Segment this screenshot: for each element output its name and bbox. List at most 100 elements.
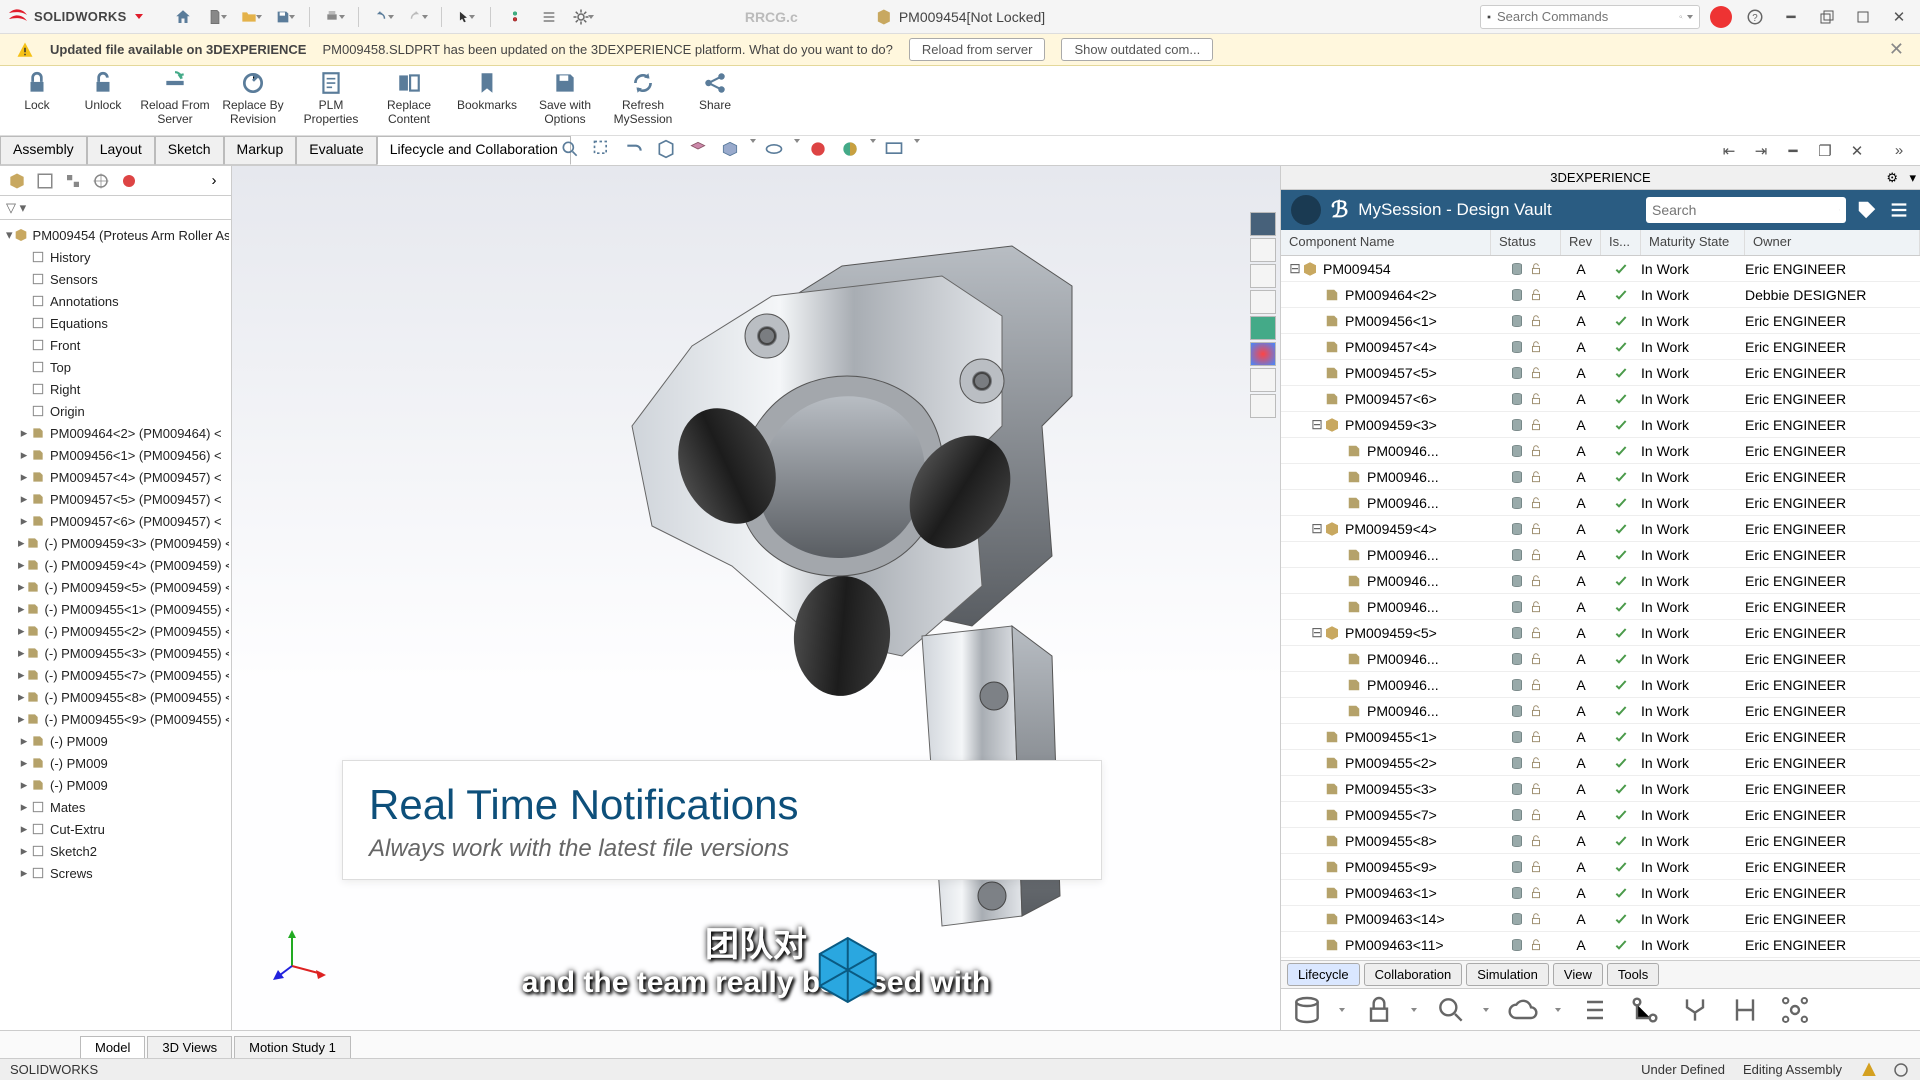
3dx-expand-button[interactable]: » bbox=[1886, 141, 1912, 161]
database-icon[interactable] bbox=[1291, 994, 1323, 1026]
zoom-area-button[interactable] bbox=[592, 139, 616, 163]
col-status[interactable]: Status bbox=[1491, 230, 1561, 255]
model-tab-3d-views[interactable]: 3D Views bbox=[147, 1036, 232, 1058]
tree-tab-dim[interactable] bbox=[88, 168, 114, 194]
tab-sketch[interactable]: Sketch bbox=[155, 136, 224, 165]
appearance-button[interactable] bbox=[808, 139, 832, 163]
cloud-tool-icon[interactable] bbox=[1507, 994, 1539, 1026]
search-commands-input[interactable] bbox=[1497, 9, 1673, 24]
table-row[interactable]: ⊟PM009459<4> AIn WorkEric ENGINEER bbox=[1281, 516, 1920, 542]
tree-more-button[interactable]: › bbox=[201, 168, 227, 194]
table-row[interactable]: PM009455<7> AIn WorkEric ENGINEER bbox=[1281, 802, 1920, 828]
table-row[interactable]: PM009456<1> AIn WorkEric ENGINEER bbox=[1281, 308, 1920, 334]
lock-tool-icon[interactable] bbox=[1363, 994, 1395, 1026]
tree-node[interactable]: ▸(-) PM009 bbox=[2, 774, 229, 796]
vp-tool-4[interactable] bbox=[1250, 290, 1276, 314]
tree-node[interactable]: History bbox=[2, 246, 229, 268]
tree-node[interactable]: ▸Mates bbox=[2, 796, 229, 818]
tab-layout[interactable]: Layout bbox=[87, 136, 155, 165]
table-row[interactable]: PM009455<2> AIn WorkEric ENGINEER bbox=[1281, 750, 1920, 776]
3dx-tab-lifecycle[interactable]: Lifecycle bbox=[1287, 963, 1360, 986]
alert-badge-icon[interactable] bbox=[1860, 1061, 1878, 1079]
table-row[interactable]: ⊟PM009459<3> AIn WorkEric ENGINEER bbox=[1281, 412, 1920, 438]
3dx-tab-simulation[interactable]: Simulation bbox=[1466, 963, 1549, 986]
save-with-options-button[interactable]: Save with Options bbox=[528, 70, 602, 126]
tree-node[interactable]: ▸PM009457<4> (PM009457) < bbox=[2, 466, 229, 488]
tab-markup[interactable]: Markup bbox=[224, 136, 297, 165]
restore-button[interactable] bbox=[1814, 7, 1840, 27]
3dx-settings-button[interactable]: ⚙ bbox=[1886, 170, 1898, 186]
table-row[interactable]: PM00946... AIn WorkEric ENGINEER bbox=[1281, 594, 1920, 620]
3dx-tab-tools[interactable]: Tools bbox=[1607, 963, 1659, 986]
table-row[interactable]: PM00946... AIn WorkEric ENGINEER bbox=[1281, 490, 1920, 516]
table-row[interactable]: PM009455<8> AIn WorkEric ENGINEER bbox=[1281, 828, 1920, 854]
lock-button[interactable]: Lock bbox=[6, 70, 68, 112]
share-button[interactable]: Share bbox=[684, 70, 746, 112]
plm-properties-button[interactable]: PLM Properties bbox=[294, 70, 368, 126]
model-tab-model[interactable]: Model bbox=[80, 1036, 145, 1058]
col-is[interactable]: Is... bbox=[1601, 230, 1641, 255]
view-orient-button[interactable] bbox=[688, 139, 712, 163]
bookmarks-button[interactable]: Bookmarks bbox=[450, 70, 524, 112]
col-owner[interactable]: Owner bbox=[1745, 230, 1920, 255]
table-row[interactable]: PM00946... AIn WorkEric ENGINEER bbox=[1281, 464, 1920, 490]
custom-setting-icon[interactable] bbox=[1892, 1061, 1910, 1079]
table-row[interactable]: ⊟PM009459<5> AIn WorkEric ENGINEER bbox=[1281, 620, 1920, 646]
feature-tree[interactable]: ▾PM009454 (Proteus Arm Roller AssemblHis… bbox=[0, 220, 231, 1030]
vp-tool-3[interactable] bbox=[1250, 264, 1276, 288]
zoom-fit-button[interactable] bbox=[560, 139, 584, 163]
tree-tab-feature[interactable] bbox=[4, 168, 30, 194]
vp-restore-button[interactable]: ❐ bbox=[1812, 141, 1838, 161]
section-view-button[interactable] bbox=[656, 139, 680, 163]
replace-content-button[interactable]: Replace Content bbox=[372, 70, 446, 126]
vp-tool-8[interactable] bbox=[1250, 394, 1276, 418]
options-button[interactable] bbox=[569, 3, 597, 31]
open-button[interactable] bbox=[237, 3, 265, 31]
vp-expand-left-button[interactable]: ⇤ bbox=[1716, 141, 1742, 161]
hide-show-button[interactable] bbox=[764, 139, 788, 163]
model-tab-motion-study-1[interactable]: Motion Study 1 bbox=[234, 1036, 351, 1058]
tree-node[interactable]: ▸(-) PM009459<5> (PM009459) < bbox=[2, 576, 229, 598]
undo-button[interactable] bbox=[369, 3, 397, 31]
table-row[interactable]: PM009455<3> AIn WorkEric ENGINEER bbox=[1281, 776, 1920, 802]
branch-tool-icon[interactable] bbox=[1629, 994, 1661, 1026]
vp-tool-1[interactable] bbox=[1250, 212, 1276, 236]
compass-icon[interactable] bbox=[1291, 195, 1321, 225]
3dx-search-input[interactable] bbox=[1652, 202, 1833, 218]
rebuild-button[interactable] bbox=[501, 3, 529, 31]
3dx-tab-view[interactable]: View bbox=[1553, 963, 1603, 986]
tree-tab-appear[interactable] bbox=[116, 168, 142, 194]
tree-node[interactable]: ▸(-) PM009455<9> (PM009455) << bbox=[2, 708, 229, 730]
user-avatar[interactable] bbox=[1710, 6, 1732, 28]
options-list-button[interactable] bbox=[535, 3, 563, 31]
table-row[interactable]: PM009457<6> AIn WorkEric ENGINEER bbox=[1281, 386, 1920, 412]
hamburger-icon[interactable] bbox=[1888, 199, 1910, 221]
table-row[interactable]: PM009455<1> AIn WorkEric ENGINEER bbox=[1281, 724, 1920, 750]
render-button[interactable] bbox=[884, 139, 908, 163]
tree-node[interactable]: ▸(-) PM009 bbox=[2, 752, 229, 774]
table-row[interactable]: PM00946... AIn WorkEric ENGINEER bbox=[1281, 672, 1920, 698]
3dx-column-headers[interactable]: Component Name Status Rev Is... Maturity… bbox=[1281, 230, 1920, 256]
col-rev[interactable]: Rev bbox=[1561, 230, 1601, 255]
table-row[interactable]: PM00946... AIn WorkEric ENGINEER bbox=[1281, 438, 1920, 464]
vp-expand-right-button[interactable]: ⇥ bbox=[1748, 141, 1774, 161]
tree-node[interactable]: ▸(-) PM009 bbox=[2, 730, 229, 752]
tree-node[interactable]: ▸PM009456<1> (PM009456) < bbox=[2, 444, 229, 466]
tree-tab-prop[interactable] bbox=[32, 168, 58, 194]
tree-node[interactable]: ▸(-) PM009455<7> (PM009455) << bbox=[2, 664, 229, 686]
tree-node[interactable]: ▸PM009457<6> (PM009457) < bbox=[2, 510, 229, 532]
merge-tool-icon[interactable] bbox=[1679, 994, 1711, 1026]
tab-assembly[interactable]: Assembly bbox=[0, 136, 87, 165]
vp-minimize-button[interactable]: ━ bbox=[1780, 141, 1806, 161]
refresh-mysession-button[interactable]: Refresh MySession bbox=[606, 70, 680, 126]
compare-tool-icon[interactable] bbox=[1729, 994, 1761, 1026]
tree-filter[interactable]: ▽ ▾ bbox=[0, 196, 231, 220]
list-tool-icon[interactable] bbox=[1579, 994, 1611, 1026]
show-outdated-button[interactable]: Show outdated com... bbox=[1061, 38, 1213, 61]
3dx-tab-collaboration[interactable]: Collaboration bbox=[1364, 963, 1463, 986]
table-row[interactable]: PM009464<2> AIn WorkDebbie DESIGNER bbox=[1281, 282, 1920, 308]
tree-node[interactable]: ▸(-) PM009455<1> (PM009455) << bbox=[2, 598, 229, 620]
table-row[interactable]: PM00946... AIn WorkEric ENGINEER bbox=[1281, 698, 1920, 724]
home-button[interactable] bbox=[169, 3, 197, 31]
table-row[interactable]: PM009463<1> AIn WorkEric ENGINEER bbox=[1281, 880, 1920, 906]
